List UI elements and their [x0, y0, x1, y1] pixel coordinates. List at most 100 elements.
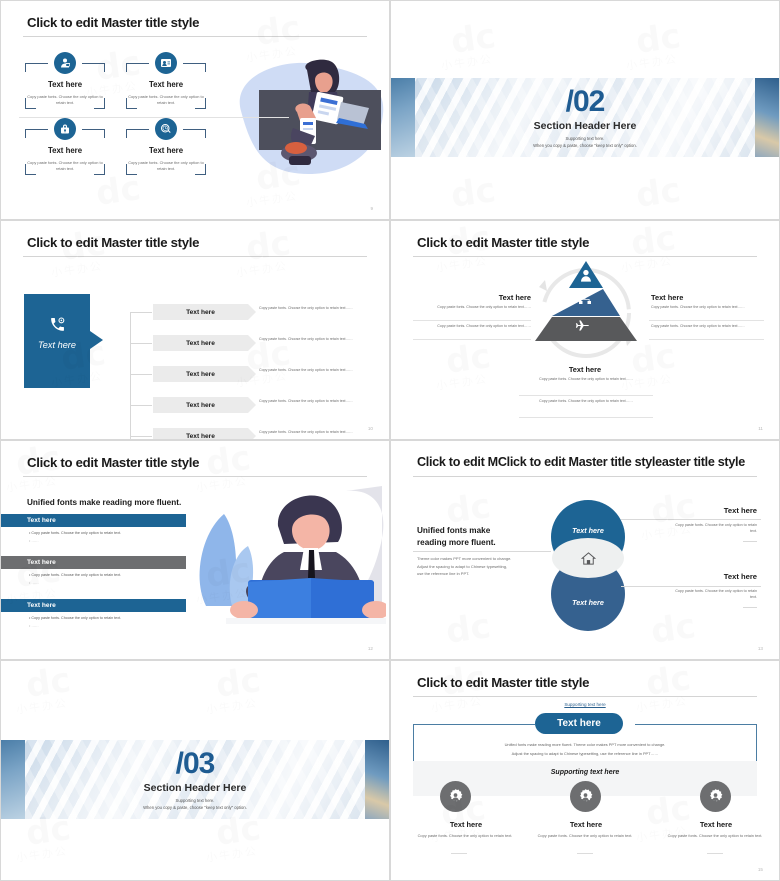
process-step-label: Text here — [186, 370, 215, 378]
gear-column-heading-2: Text here — [569, 820, 603, 829]
section-title: Section Header Here — [533, 120, 637, 132]
frame-top-left — [413, 724, 535, 725]
slide-four-feature-boxes[interactable]: Click to edit Master title style Text he… — [0, 0, 390, 220]
reading-bar-1[interactable]: Text here — [1, 514, 186, 527]
boxes-divider — [19, 117, 289, 118]
title-divider — [23, 256, 367, 257]
reading-bullet-3b: • …… — [29, 624, 39, 628]
page-number: 10 — [367, 426, 373, 431]
right-top-body: Copy paste fonts. Choose the only option… — [675, 523, 757, 534]
reading-bar-label: Text here — [27, 602, 56, 609]
right-bottom-connector — [621, 586, 761, 587]
feature-box-body: Copy paste fonts. Choose the only option… — [128, 160, 204, 171]
page-number: 11 — [758, 426, 763, 431]
process-branch-5 — [130, 436, 152, 437]
process-step-4[interactable]: Text here — [153, 397, 256, 413]
section-subtitle-1: Supporting text here. — [175, 798, 215, 803]
right-bottom-body: Copy paste fonts. Choose the only option… — [675, 589, 757, 600]
page-number: 13 — [757, 646, 763, 651]
feature-box-heading: Text here — [148, 146, 184, 155]
gear-column-rule-3 — [707, 853, 723, 854]
lead-heading: Unified fonts make reading more fluent. — [417, 526, 496, 547]
process-step-5[interactable]: Text here — [153, 428, 256, 440]
process-trunk-line — [130, 312, 131, 439]
process-step-3[interactable]: Text here — [153, 366, 256, 382]
right-bottom-heading: Text here — [723, 572, 757, 581]
gear-user-icon-2[interactable] — [570, 781, 601, 812]
section-subtitle-2: When you copy & paste, choose "keep text… — [143, 805, 247, 810]
process-step-body: Copy paste fonts. Choose the only option… — [259, 368, 353, 372]
pyramid-bottom-body-1: Copy paste fonts. Choose the only option… — [539, 377, 633, 381]
pyramid-bottom-rule-1 — [519, 395, 653, 396]
supporting-text-top[interactable]: Supporting text here — [391, 702, 779, 707]
right-top-tick — [743, 541, 757, 542]
feature-box-4[interactable]: Text here Copy paste fonts. Choose the o… — [126, 118, 206, 175]
feature-box-heading: Text here — [47, 80, 83, 89]
slide-two-circles-venn[interactable]: Click to edit MClick to edit Master titl… — [390, 440, 780, 660]
circle-top-label: Text here — [572, 525, 604, 535]
pyramid-right-body-1: Copy paste fonts. Choose the only option… — [651, 305, 745, 309]
gear-user-icon-1[interactable] — [440, 781, 471, 812]
page-title: Click to edit Master title style — [27, 455, 200, 470]
feature-box-2[interactable]: Text here Copy paste fonts. Choose the o… — [126, 52, 206, 109]
lead-body: Theme color makes PPT more convenient to… — [417, 556, 512, 577]
feature-box-body: Copy paste fonts. Choose the only option… — [27, 160, 103, 171]
body-line-2: Adjust the spacing to adapt to Chinese t… — [511, 751, 659, 756]
reading-bar-2[interactable]: Text here — [1, 556, 186, 569]
page-title: Click to edit Master title style — [417, 235, 590, 250]
reading-bar-3[interactable]: Text here — [1, 599, 186, 612]
section-subtitle-1: Supporting text here. — [565, 136, 605, 141]
feature-box-1[interactable]: Text here Copy paste fonts. Choose the o… — [25, 52, 105, 109]
house-icon — [580, 551, 596, 565]
pyramid-left-rule-2 — [413, 339, 531, 340]
gear-column-rule-1 — [451, 853, 467, 854]
circle-bottom-label: Text here — [572, 597, 604, 607]
slide-section-header-02[interactable]: /02 Section Header Here Supporting text … — [390, 0, 780, 220]
process-step-label: Text here — [186, 432, 215, 440]
reading-bullet-2a: • Copy paste fonts. Choose the only opti… — [29, 573, 122, 577]
process-step-body: Copy paste fonts. Choose the only option… — [259, 399, 353, 403]
process-branch-4 — [130, 405, 152, 406]
reading-bullet-3a: • Copy paste fonts. Choose the only opti… — [29, 616, 122, 620]
title-divider — [23, 476, 367, 477]
office-illustration — [211, 56, 386, 181]
right-top-connector — [621, 519, 761, 520]
reading-bullet-1b: • …… — [29, 539, 39, 543]
right-top-heading: Text here — [723, 506, 757, 515]
section-number: /03 — [175, 747, 216, 780]
slide-reading-three-bars[interactable]: Click to edit Master title style Unified… — [0, 440, 390, 660]
slide-pyramid-three-tier[interactable]: Click to edit Master title style Text he… — [390, 220, 780, 440]
pill-label: Text here — [557, 718, 601, 729]
gear-column-body-1: Copy paste fonts. Choose the only option… — [417, 833, 513, 838]
slide-process-five-steps[interactable]: Click to edit Master title style Text he… — [0, 220, 390, 440]
title-divider — [413, 696, 757, 697]
section-banner: /03 Section Header Here Supporting text … — [1, 740, 389, 819]
pyramid-bottom-rule-2 — [519, 417, 653, 418]
page-title: Click to edit Master title style — [27, 15, 200, 30]
process-step-2[interactable]: Text here — [153, 335, 256, 351]
process-left-block[interactable]: Text here — [24, 294, 90, 388]
supporting-band-label: Supporting text here — [550, 769, 620, 776]
process-step-label: Text here — [186, 339, 215, 347]
feature-box-heading: Text here — [47, 146, 83, 155]
process-step-1[interactable]: Text here — [153, 304, 256, 320]
slide-three-gear-columns[interactable]: Click to edit Master title style Support… — [390, 660, 780, 881]
feature-box-body: Copy paste fonts. Choose the only option… — [128, 94, 204, 105]
search-clock-icon — [155, 118, 177, 140]
feature-box-3[interactable]: Text here Copy paste fonts. Choose the o… — [25, 118, 105, 175]
pyramid-right-body-2: Copy paste fonts. Choose the only option… — [651, 324, 745, 328]
slide-section-header-03[interactable]: /03 Section Header Here Supporting text … — [0, 660, 390, 881]
process-arrow-head — [90, 331, 103, 349]
pill-button[interactable]: Text here — [535, 713, 623, 734]
pyramid-right-rule-1 — [649, 320, 764, 321]
gear-column-heading-1: Text here — [449, 820, 483, 829]
gear-user-icon-3[interactable] — [700, 781, 731, 812]
user-card-icon — [155, 52, 177, 74]
title-divider — [413, 476, 757, 477]
section-subtitle-2: When you copy & paste, choose "keep text… — [533, 143, 637, 148]
process-step-label: Text here — [186, 308, 215, 316]
section-banner: /02 Section Header Here Supporting text … — [391, 78, 779, 157]
gear-column-body-2: Copy paste fonts. Choose the only option… — [537, 833, 633, 838]
pyramid-chart[interactable] — [535, 261, 637, 341]
process-step-body: Copy paste fonts. Choose the only option… — [259, 337, 353, 341]
